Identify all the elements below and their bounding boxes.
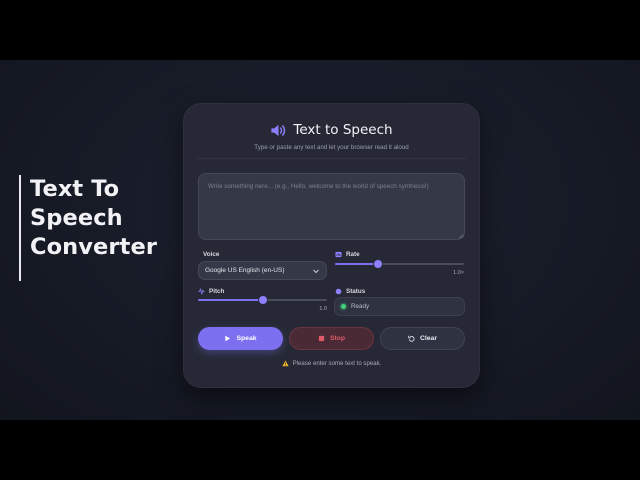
side-title-line1: Text To (30, 176, 120, 202)
resize-grip-icon[interactable] (458, 234, 464, 239)
speedometer-icon (335, 251, 342, 258)
page-subtitle: Type or paste any text and let your brow… (254, 144, 409, 151)
message-text: Please enter some text to speak. (292, 360, 382, 367)
status-text: Ready (351, 303, 370, 310)
status-label-text: Status (346, 288, 366, 295)
warning-icon (281, 360, 289, 367)
status-label: Status (335, 288, 365, 295)
status-box: Ready (334, 297, 465, 316)
tts-card: Text to Speech Type or paste any text an… (183, 103, 480, 388)
rate-value: 1.0× (452, 270, 464, 276)
pitch-label-text: Pitch (209, 288, 225, 295)
speaker-icon (271, 124, 286, 136)
voice-selected: Google US English (en-US) (205, 267, 285, 274)
speak-button-label: Speak (236, 335, 257, 342)
voice-select[interactable]: Google US English (en-US) (198, 261, 327, 280)
voice-label: Voice (203, 251, 219, 258)
rate-label-text: Rate (346, 251, 360, 258)
stop-icon (318, 335, 325, 342)
pitch-value: 1.0 (319, 306, 327, 312)
rate-slider-fill (335, 263, 378, 265)
stop-button-label: Stop (329, 335, 346, 342)
waveform-icon (198, 288, 205, 295)
voice-label-text: Voice (203, 251, 220, 258)
status-dot (341, 304, 346, 309)
page-title: Text to Speech (293, 122, 393, 138)
stage: Text To Speech Converter Text to Speech … (0, 60, 640, 420)
side-title-line3: Converter (30, 234, 158, 260)
text-input[interactable] (198, 173, 465, 240)
pitch-slider[interactable] (198, 296, 327, 304)
undo-icon (408, 335, 415, 342)
side-title-line2: Speech (30, 205, 123, 231)
stop-button[interactable]: Stop (289, 327, 374, 350)
rate-slider-thumb[interactable] (374, 260, 382, 268)
pitch-slider-fill (198, 299, 263, 301)
status-circle-icon (335, 288, 342, 295)
message-row: Please enter some text to speak. (183, 360, 480, 367)
clear-button[interactable]: Clear (380, 327, 465, 350)
pitch-slider-thumb[interactable] (258, 296, 267, 304)
header-divider (197, 158, 466, 159)
card-header: Text to Speech Type or paste any text an… (183, 120, 480, 151)
rate-slider[interactable] (335, 260, 464, 268)
title-row: Text to Speech (183, 120, 480, 140)
pitch-label: Pitch (198, 288, 224, 295)
speak-button[interactable]: Speak (198, 327, 283, 350)
rate-label: Rate (335, 251, 360, 258)
play-icon (225, 335, 231, 342)
clear-button-label: Clear (419, 335, 437, 342)
side-title: Text To Speech Converter (19, 175, 157, 281)
chevron-down-icon (313, 269, 319, 274)
